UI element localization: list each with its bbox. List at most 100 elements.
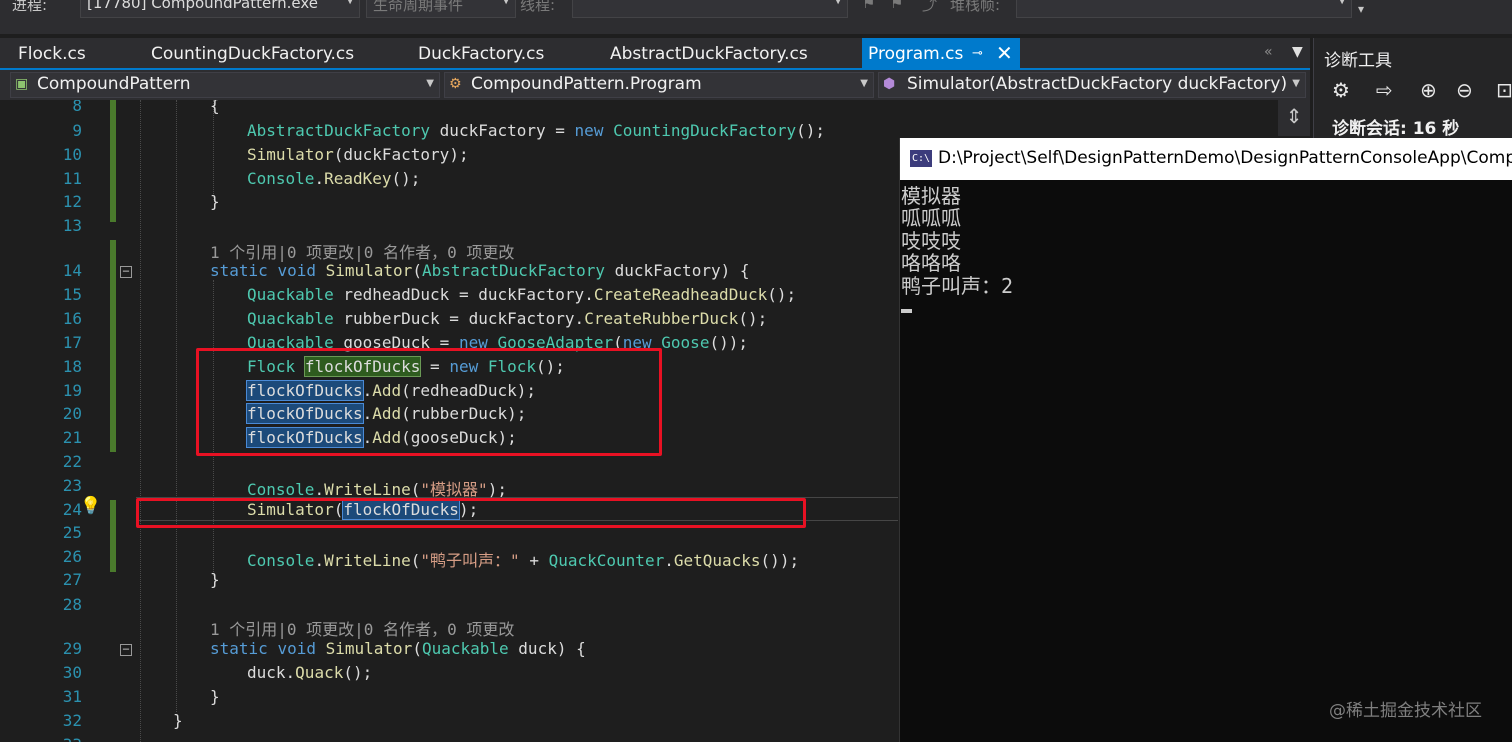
zoom-out-icon[interactable]: ⊖ xyxy=(1456,78,1473,102)
thread-combo[interactable]: ▼ xyxy=(572,0,848,18)
line-number: 14 xyxy=(62,261,82,280)
lifecycle-events-combo[interactable]: 生命周期事件 ▼ xyxy=(366,0,516,18)
code-line: AbstractDuckFactory duckFactory = new Co… xyxy=(247,121,826,140)
close-icon[interactable]: ✕ xyxy=(996,41,1013,65)
lifecycle-label: 生命周期事件 xyxy=(373,0,464,14)
tab-counting-duck-factory[interactable]: CountingDuckFactory.cs xyxy=(151,44,354,64)
collapse-icon[interactable]: − xyxy=(120,265,132,278)
line-number: 25 xyxy=(62,523,82,542)
code-line: } xyxy=(210,687,220,706)
member-combo[interactable]: ⬢ Simulator(AbstractDuckFactory duckFact… xyxy=(878,72,1306,98)
change-indicator xyxy=(110,240,116,452)
line-number: 24 xyxy=(62,500,82,519)
class-icon: ⚙ xyxy=(449,76,462,92)
flag-icon[interactable]: ⚑ xyxy=(862,0,875,12)
code-line: static void Simulator(AbstractDuckFactor… xyxy=(210,261,750,280)
line-number: 27 xyxy=(62,570,82,589)
thread-label: 线程: xyxy=(520,0,556,14)
change-indicator xyxy=(110,500,116,572)
settings-icon[interactable]: ⚙ xyxy=(1332,78,1350,102)
toolbar-overflow-icon[interactable]: ▾ xyxy=(1358,2,1364,16)
debug-toolbar: 进程: [17780] CompoundPattern.exe ▼ 生命周期事件… xyxy=(0,0,1512,34)
console-app-icon: C:\ xyxy=(910,150,932,167)
watermark: @稀土掘金技术社区 xyxy=(1329,701,1482,721)
code-line: Console.WriteLine("模拟器"); xyxy=(247,480,507,499)
code-line: static void Simulator(Quackable duck) { xyxy=(210,639,586,658)
csharp-project-icon: ▣ xyxy=(15,76,29,92)
annotation-box xyxy=(196,348,662,456)
codelens[interactable]: 1 个引用|0 项更改|0 名作者，0 项更改 xyxy=(210,239,514,263)
navigation-bar: ▣ CompoundPattern ▼ ⚙ CompoundPattern.Pr… xyxy=(0,70,1310,100)
line-number: 10 xyxy=(62,145,82,164)
code-line: Quackable rubberDuck = duckFactory.Creat… xyxy=(247,309,768,328)
line-number: 15 xyxy=(62,285,82,304)
console-output-line: 鸭子叫声：2 xyxy=(901,274,1014,298)
tab-program-label: Program.cs xyxy=(868,44,964,64)
chevron-down-icon: ▼ xyxy=(502,0,510,6)
line-number: 19 xyxy=(62,381,82,400)
code-line: Console.ReadKey(); xyxy=(247,169,421,188)
line-number: 26 xyxy=(62,547,82,566)
tab-list-dropdown-icon[interactable]: ▼ xyxy=(1292,44,1303,60)
document-tabs: Flock.cs CountingDuckFactory.cs DuckFact… xyxy=(0,38,1310,70)
class-value: CompoundPattern.Program xyxy=(471,74,702,94)
project-combo[interactable]: ▣ CompoundPattern ▼ xyxy=(10,72,440,98)
line-number: 29 xyxy=(62,639,82,658)
tab-scroll-left-icon[interactable]: « xyxy=(1264,44,1273,60)
process-label: 进程: xyxy=(12,0,48,14)
split-window-icon[interactable]: ⇕ xyxy=(1278,100,1310,136)
chevron-down-icon: ▼ xyxy=(1292,78,1300,89)
console-title: D:\Project\Self\DesignPatternDemo\Design… xyxy=(938,148,1512,168)
export-icon[interactable]: ⇨ xyxy=(1376,78,1393,102)
process-value: [17780] CompoundPattern.exe xyxy=(87,0,319,12)
process-combo[interactable]: [17780] CompoundPattern.exe ▼ xyxy=(80,0,360,18)
tab-program[interactable]: Program.cs ⊸ ✕ xyxy=(862,38,1020,70)
lightbulb-icon[interactable]: 💡 xyxy=(80,496,101,516)
chevron-down-icon: ▼ xyxy=(860,78,868,89)
chevron-down-icon: ▼ xyxy=(426,78,434,89)
console-window[interactable]: C:\ D:\Project\Self\DesignPatternDemo\De… xyxy=(899,138,1512,742)
line-number: 21 xyxy=(62,428,82,447)
codelens[interactable]: 1 个引用|0 项更改|0 名作者，0 项更改 xyxy=(210,616,514,640)
code-line: } xyxy=(173,711,183,730)
line-number: 22 xyxy=(62,452,82,471)
method-icon: ⬢ xyxy=(883,76,896,92)
collapse-icon[interactable]: − xyxy=(120,643,132,656)
code-line: Simulator(duckFactory); xyxy=(247,145,469,164)
flag-filter-icon[interactable]: ⚑ xyxy=(890,0,903,12)
stack-frame-combo[interactable]: ▼ xyxy=(1016,0,1352,18)
reset-zoom-icon[interactable]: ⊡ xyxy=(1496,78,1512,102)
code-line: } xyxy=(210,570,220,589)
diagnostics-session: 诊断会话: 16 秒 xyxy=(1332,119,1460,139)
stack-frame-icon: ⤴ xyxy=(922,0,938,14)
tab-abstract-duck-factory[interactable]: AbstractDuckFactory.cs xyxy=(610,44,808,64)
class-combo[interactable]: ⚙ CompoundPattern.Program ▼ xyxy=(444,72,874,98)
line-number: 20 xyxy=(62,404,82,423)
line-number: 17 xyxy=(62,333,82,352)
line-number: 33 xyxy=(20,735,82,742)
annotation-box xyxy=(136,498,806,528)
line-number: 8 xyxy=(72,100,82,115)
line-number: 31 xyxy=(62,687,82,706)
line-number: 11 xyxy=(62,169,82,188)
line-number: 9 xyxy=(72,121,82,140)
member-value: Simulator(AbstractDuckFactory duckFactor… xyxy=(907,74,1288,94)
chevron-down-icon: ▼ xyxy=(834,0,842,6)
line-number: 16 xyxy=(62,309,82,328)
console-titlebar[interactable]: C:\ D:\Project\Self\DesignPatternDemo\De… xyxy=(900,138,1512,180)
line-number: 12 xyxy=(62,192,82,211)
line-number: 32 xyxy=(62,711,82,730)
console-cursor xyxy=(901,309,912,313)
tab-flock[interactable]: Flock.cs xyxy=(18,44,86,64)
change-indicator xyxy=(110,100,116,222)
line-number: 23 xyxy=(62,476,82,495)
pin-icon[interactable]: ⊸ xyxy=(972,46,983,61)
tab-duck-factory[interactable]: DuckFactory.cs xyxy=(418,44,544,64)
chevron-down-icon: ▼ xyxy=(346,0,354,6)
code-line: Quackable redheadDuck = duckFactory.Crea… xyxy=(247,285,797,304)
line-number: 18 xyxy=(62,357,82,376)
line-number: 30 xyxy=(62,663,82,682)
indent-guide xyxy=(213,100,214,200)
code-line: Console.WriteLine("鸭子叫声：" + QuackCounter… xyxy=(247,551,800,570)
zoom-in-icon[interactable]: ⊕ xyxy=(1420,78,1437,102)
